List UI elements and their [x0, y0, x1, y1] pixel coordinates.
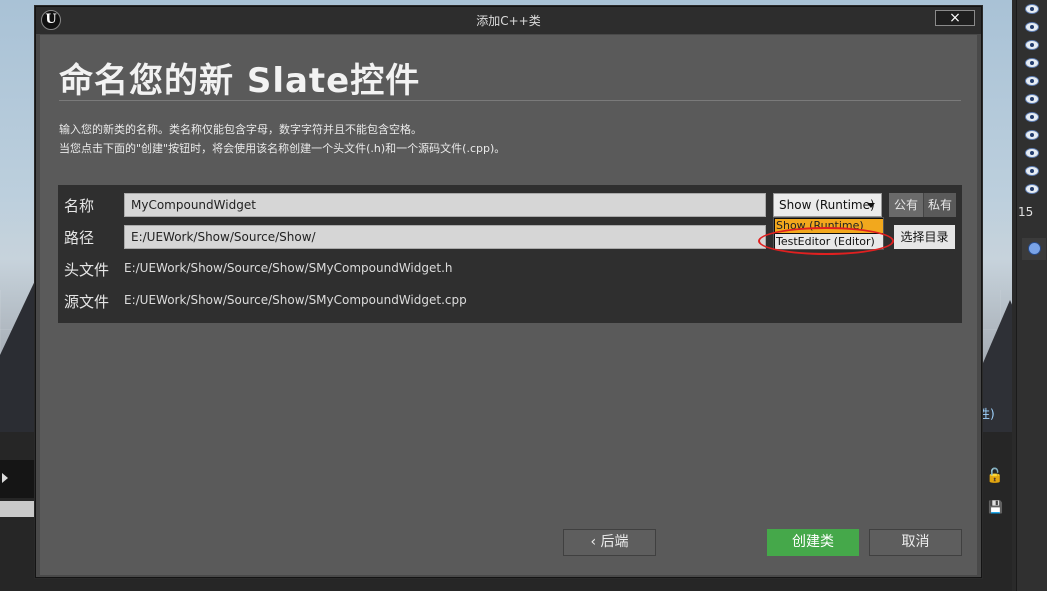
class-name-input[interactable]: MyCompoundWidget: [124, 193, 766, 217]
eye-icon[interactable]: [1025, 166, 1039, 176]
eye-icon[interactable]: [1025, 94, 1039, 104]
eye-icon[interactable]: [1025, 4, 1039, 14]
save-icon[interactable]: 💾: [988, 500, 1008, 518]
back-label: 后端: [600, 534, 629, 550]
access-private-toggle[interactable]: 私有: [924, 193, 956, 217]
path-input[interactable]: E:/UEWork/Show/Source/Show/: [124, 225, 766, 249]
eye-icon[interactable]: [1025, 40, 1039, 50]
close-button[interactable]: ×: [935, 10, 975, 26]
annotation-circle: [758, 227, 894, 255]
eye-icon[interactable]: [1025, 22, 1039, 32]
dialog-title: 添加C++类: [476, 14, 541, 28]
play-arrow-icon: [2, 473, 8, 483]
header-file-label: 头文件: [64, 261, 110, 279]
cancel-button[interactable]: 取消: [869, 529, 962, 556]
eye-icon[interactable]: [1025, 112, 1039, 122]
source-file-label: 源文件: [64, 293, 110, 311]
outliner-count: 15: [1018, 205, 1034, 219]
page-title: 命名您的新 Slate控件: [59, 61, 421, 101]
name-label: 名称: [64, 197, 95, 215]
module-select-value: Show (Runtime): [779, 198, 875, 212]
source-file-path: E:/UEWork/Show/Source/Show/SMyCompoundWi…: [124, 293, 467, 307]
divider: [59, 100, 961, 101]
access-public-toggle[interactable]: 公有: [889, 193, 924, 217]
eye-icon[interactable]: [1025, 58, 1039, 68]
info-button[interactable]: [1022, 238, 1046, 260]
info-icon: [1028, 242, 1041, 255]
eye-icon[interactable]: [1025, 130, 1039, 140]
path-label: 路径: [64, 229, 95, 247]
eye-icon[interactable]: [1025, 184, 1039, 194]
add-cpp-class-dialog: U 添加C++类 × 命名您的新 Slate控件 输入您的新类的名称。类名称仅能…: [35, 6, 982, 578]
create-class-button[interactable]: 创建类: [767, 529, 859, 556]
content-browser-strip: [0, 501, 40, 517]
eye-icon[interactable]: [1025, 76, 1039, 86]
description-line: 当您点击下面的"创建"按钮时，将会使用该名称创建一个头文件(.h)和一个源码文件…: [59, 142, 506, 155]
eye-icon[interactable]: [1025, 148, 1039, 158]
choose-folder-button[interactable]: 选择目录: [894, 225, 955, 249]
outliner-visibility-column: [1016, 0, 1047, 591]
chevron-down-icon: [867, 203, 875, 208]
dialog-content: 命名您的新 Slate控件 输入您的新类的名称。类名称仅能包含字母，数字字符并且…: [40, 35, 977, 575]
dialog-titlebar[interactable]: U 添加C++类 ×: [36, 7, 981, 34]
back-button[interactable]: ‹ 后端: [563, 529, 656, 556]
lock-icon[interactable]: 🔓: [986, 468, 1008, 490]
content-browser-toggle[interactable]: [0, 460, 40, 498]
class-form: 名称 MyCompoundWidget Show (Runtime) 公有 私有…: [58, 185, 962, 323]
module-select[interactable]: Show (Runtime): [773, 193, 882, 217]
description-line: 输入您的新类的名称。类名称仅能包含字母，数字字符并且不能包含空格。: [59, 123, 422, 136]
header-file-path: E:/UEWork/Show/Source/Show/SMyCompoundWi…: [124, 261, 453, 275]
